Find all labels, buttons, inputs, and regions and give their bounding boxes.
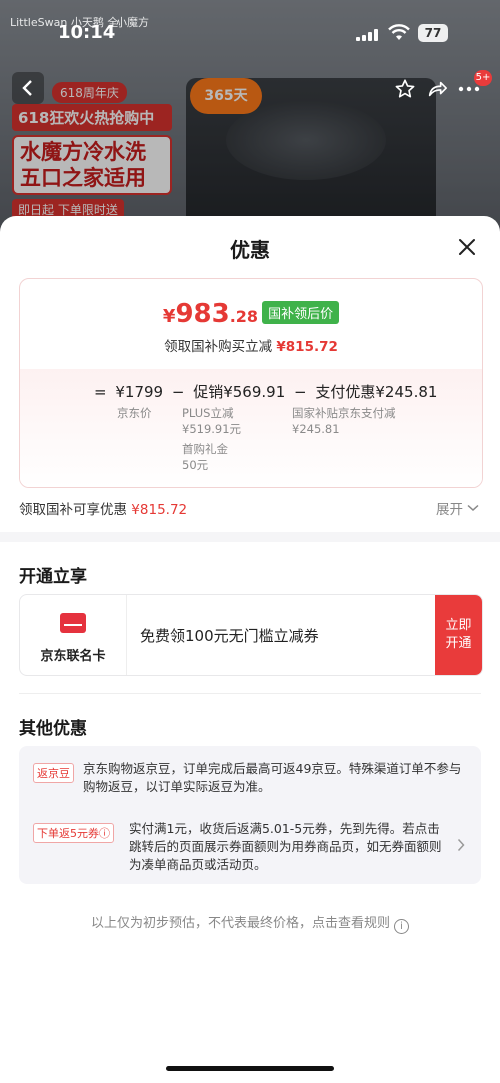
jd-price-label: 京东价 — [117, 406, 152, 420]
coupon-tag: 下单返5元券ⓘ — [33, 823, 114, 843]
claim-subsidy-text: 领取国补购买立减 — [164, 339, 273, 355]
expand-button[interactable]: 展开 — [436, 498, 479, 518]
co-branded-card-offer[interactable]: 京东联名卡 免费领100元无门槛立减券 立即 开通 — [19, 594, 483, 676]
section-divider-line — [19, 693, 481, 694]
promo-value: 促销¥569.91 — [193, 383, 286, 401]
close-button[interactable] — [454, 234, 480, 260]
discount-sheet: 优惠 ¥983.28 国补领后价 领取国补购买立减 ¥815.72 = ¥1799… — [0, 216, 500, 1083]
gov-subsidy-line: 领取国补可享优惠 ¥815.72 — [19, 498, 187, 518]
minus-sign: − — [171, 383, 185, 401]
back-button[interactable] — [12, 72, 44, 104]
rules-note[interactable]: 以上仅为初步预估，不代表最终价格，点击查看规则 i — [0, 912, 500, 934]
other-section-title: 其他优惠 — [19, 719, 87, 739]
open-now-label: 立即 开通 — [445, 618, 472, 651]
price-tag-badge: 国补领后价 — [262, 301, 340, 324]
jd-bean-tag: 返京豆 — [33, 763, 74, 783]
equals-sign: = — [94, 383, 107, 401]
gov-subsidy-detail: 国家补贴京东支付减 ¥245.81 — [292, 405, 396, 437]
home-indicator[interactable] — [166, 1066, 334, 1071]
price-breakdown-card: ¥983.28 国补领后价 领取国补购买立减 ¥815.72 = ¥1799 − … — [19, 278, 483, 488]
sub-brand-logo-text: 小魔方 — [116, 16, 149, 29]
section-divider — [0, 532, 500, 542]
battery-indicator: 77 — [418, 24, 448, 42]
expand-label: 展开 — [436, 502, 463, 518]
gov-subsidy-value: ¥245.81 — [292, 422, 340, 436]
gov-subsidy-line-amount: ¥815.72 — [131, 502, 188, 518]
card-brand-area: 京东联名卡 — [20, 595, 127, 675]
share-button[interactable] — [424, 76, 450, 102]
status-time: 10:14 — [58, 22, 116, 43]
cellular-signal-icon — [356, 29, 380, 41]
claim-subsidy-amount: ¥815.72 — [276, 339, 338, 355]
credit-card-icon — [60, 613, 86, 633]
minus-sign: − — [294, 383, 307, 401]
jd-bean-offer: 返京豆 — [33, 762, 74, 783]
plus-discount-detail: PLUS立减 ¥519.91元 首购礼金 50元 — [182, 405, 241, 473]
sheet-title: 优惠 — [230, 238, 270, 262]
plus-discount-label: PLUS立减 — [182, 406, 234, 420]
open-now-button[interactable]: 立即 开通 — [435, 595, 482, 675]
first-gift-label: 首购礼金 — [182, 442, 228, 456]
favorite-button[interactable] — [392, 76, 418, 102]
rules-note-text: 以上仅为初步预估，不代表最终价格，点击查看规则 — [90, 916, 390, 931]
gov-subsidy-label: 国家补贴京东支付减 — [292, 406, 396, 420]
price-integer: 983 — [175, 299, 230, 329]
chevron-down-icon — [467, 504, 479, 512]
close-icon — [459, 239, 475, 255]
info-icon: i — [394, 919, 409, 934]
star-icon — [395, 79, 415, 98]
plus-discount-value: ¥519.91元 — [182, 422, 242, 436]
chevron-right-icon[interactable] — [457, 838, 465, 852]
claim-subsidy-line: 领取国补购买立减 ¥815.72 — [20, 335, 482, 355]
coupon-offer[interactable]: 下单返5元券ⓘ — [33, 822, 114, 843]
wifi-icon — [388, 24, 410, 40]
other-offers-box: 返京豆 京东购物返京豆，订单完成后最高可返49京豆。特殊渠道订单不参与购物返豆，… — [19, 746, 481, 884]
card-name: 京东联名卡 — [40, 649, 106, 664]
payment-discount-value: 支付优惠¥245.81 — [315, 383, 438, 401]
price-decimal: .28 — [229, 307, 259, 326]
jd-price-value: ¥1799 — [115, 383, 164, 401]
first-gift-value: 50元 — [182, 458, 209, 472]
price-currency: ¥ — [162, 306, 176, 327]
final-price: ¥983.28 国补领后价 — [20, 299, 482, 329]
more-dots-icon — [458, 86, 480, 92]
gov-subsidy-line-text: 领取国补可享优惠 — [19, 502, 127, 518]
status-bar: LittleSwan 小天鹅 全心全意 小魔方 10:14 77 — [0, 0, 500, 52]
share-icon — [428, 81, 447, 97]
message-count-badge: 5+ — [474, 70, 492, 86]
coupon-text[interactable]: 实付满1元，收货后返满5.01-5元券，先到先得。若点击跳转后的页面展示券面额则… — [129, 820, 445, 874]
chevron-left-icon — [22, 80, 32, 96]
price-formula: = ¥1799 − 促销¥569.91 − 支付优惠¥245.81 — [94, 381, 474, 402]
open-section-title: 开通立享 — [19, 567, 87, 587]
card-offer-text: 免费领100元无门槛立减券 — [140, 627, 319, 645]
jd-bean-text: 京东购物返京豆，订单完成后最高可返49京豆。特殊渠道订单不参与购物返豆，以订单实… — [83, 761, 462, 794]
